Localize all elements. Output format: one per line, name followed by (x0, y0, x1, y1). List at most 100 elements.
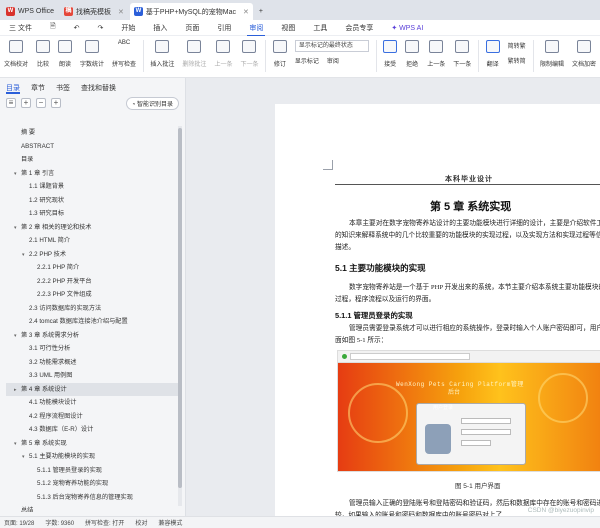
toc-item[interactable]: ▾ 第 2 章 相关的理论和技术 (6, 221, 178, 235)
toc-item-label: 5.1 主要功能模块的实现 (29, 453, 96, 460)
toc-item[interactable]: ▾ 第 3 章 系统需求分析 (6, 329, 178, 343)
menu-page[interactable]: 页面 (176, 23, 208, 33)
toc-item[interactable]: 2.2.2 PHP 开发平台 (6, 275, 178, 289)
tab-template[interactable]: 稿 找稿壳模板 ✕ (60, 3, 128, 20)
accept-button[interactable]: 接受 (379, 40, 401, 68)
toc-item[interactable]: 摘 要 (6, 126, 178, 140)
smart-toc-button[interactable]: ◔ 智能识别目录 (125, 96, 179, 110)
menu-review[interactable]: 审阅 (240, 23, 272, 37)
toc-item[interactable]: 4.1 功能模块设计 (6, 396, 178, 410)
menu-view[interactable]: 视图 (272, 23, 304, 33)
file-menu[interactable]: 三 文件 (0, 23, 41, 33)
compat-mode: 兼容模式 (158, 521, 183, 527)
track-changes-button[interactable]: 修订 (269, 40, 291, 68)
document-page[interactable]: 本科毕业设计 第 5 章 系统实现 本章主要对在数字宠物寄养站设计的主要功能模块… (275, 104, 600, 516)
tab-document[interactable]: W 基于PHP+MySQL的宠物Mac ✕ (129, 3, 253, 20)
close-icon[interactable]: ✕ (118, 8, 124, 16)
tab-wps-office[interactable]: W WPS Office (2, 3, 58, 20)
figure-login-screenshot[interactable]: WenXong Pets Caring Platform管理 后台 用户登录 (337, 350, 600, 472)
toc-item-label: 4.3 数据库（E-R）设计 (29, 426, 94, 433)
to-simplified-button[interactable]: 繁转简 (508, 56, 526, 65)
nav-tab-chapters[interactable]: 章节 (31, 83, 45, 94)
undo-icon[interactable]: ↶ (65, 24, 89, 32)
toc-item[interactable]: ▾ 第 1 章 引言 (6, 167, 178, 181)
toc-item[interactable]: 3.1 可行性分析 (6, 342, 178, 356)
restrict-editing-button[interactable]: 限制编辑 (536, 40, 568, 68)
menu-reference[interactable]: 引用 (208, 23, 240, 33)
markup-state-dropdown[interactable]: 显示标记的最终状态 (294, 40, 369, 52)
caret-icon[interactable]: ▾ (14, 438, 21, 452)
toc-item[interactable]: 2.3 访问数据库的实现方法 (6, 302, 178, 316)
toc-item[interactable]: 1.2 研究现状 (6, 194, 178, 208)
word-count[interactable]: 字数: 9360 (45, 518, 74, 527)
toc-item[interactable]: ▾ 第 5 章 系统实现 (6, 437, 178, 451)
toc-item[interactable]: 总结 (6, 504, 178, 512)
translate-button[interactable]: 翻译 (482, 40, 504, 68)
new-tab-button[interactable]: + (255, 3, 267, 20)
toc-item[interactable]: 5.1.1 管理员登录的实现 (6, 464, 178, 478)
delete-comment-button[interactable]: 删除批注 (178, 40, 210, 68)
reject-button[interactable]: 拒绝 (401, 40, 423, 68)
more-icon[interactable]: + (51, 98, 61, 108)
menu-tools[interactable]: 工具 (304, 23, 336, 33)
remove-icon[interactable]: − (36, 98, 46, 108)
redo-icon[interactable]: ↷ (88, 24, 112, 32)
toc-item[interactable]: 4.3 数据库（E-R）设计 (6, 423, 178, 437)
menu-home[interactable]: 开始 (112, 23, 144, 33)
toc-item[interactable]: ▾ 5.1 主要功能模块的实现 (6, 450, 178, 464)
nav-tab-bookmarks[interactable]: 书签 (56, 83, 70, 94)
toc-item[interactable]: ▸ 第 4 章 系统设计 (6, 382, 178, 398)
read-aloud-button[interactable]: 朗读 (54, 40, 76, 68)
toc-item[interactable]: 1.1 课题背景 (6, 180, 178, 194)
close-icon[interactable]: ✕ (243, 8, 249, 16)
toc-item[interactable]: 目录 (6, 153, 178, 167)
caret-icon[interactable]: ▾ (22, 451, 29, 465)
toc-item[interactable]: 2.2.3 PHP 文件组成 (6, 288, 178, 302)
page-indicator[interactable]: 页面: 19/28 (4, 518, 34, 527)
nav-tab-toc[interactable]: 目录 (6, 83, 20, 94)
toc-scrollbar[interactable] (178, 126, 182, 506)
toc-item[interactable]: ABSTRACT (6, 140, 178, 154)
scrollbar-thumb[interactable] (178, 128, 182, 488)
toc-item[interactable]: ▾ 2.2 PHP 技术 (6, 248, 178, 262)
proof-status[interactable]: 校对 (135, 518, 147, 527)
word-count-button[interactable]: 字数统计 (76, 40, 108, 68)
nav-tab-find-replace[interactable]: 查找和替换 (81, 83, 116, 94)
wps-ai-button[interactable]: ✦ WPS AI (382, 24, 432, 32)
menu-insert[interactable]: 插入 (144, 23, 176, 33)
caret-icon[interactable]: ▾ (14, 222, 21, 236)
menu-member[interactable]: 会员专享 (336, 23, 382, 33)
toc-item[interactable]: 2.1 HTML 简介 (6, 234, 178, 248)
toc-item[interactable]: 2.4 tomcat 数据库连接池介绍与配置 (6, 315, 178, 329)
review-pane-button[interactable]: 审阅 (327, 56, 339, 65)
encrypt-button[interactable]: 文档加密 (568, 40, 600, 68)
toc-item[interactable]: 4.2 程序流程图设计 (6, 410, 178, 424)
insert-comment-button[interactable]: 插入批注 (146, 40, 178, 68)
quick-save-icon[interactable]: 🗎 (41, 22, 65, 33)
caret-icon[interactable]: ▾ (22, 249, 29, 263)
decor-swirl (348, 383, 408, 443)
toc-item[interactable]: 3.3 UML 用例图 (6, 369, 178, 383)
menu-icon[interactable]: ≡ (6, 98, 16, 108)
show-markup-button[interactable]: 显示标记 (295, 56, 319, 65)
wps-ai-label: WPS AI (399, 24, 424, 32)
caret-icon[interactable]: ▸ (14, 384, 21, 398)
add-icon[interactable]: + (21, 98, 31, 108)
toc-item[interactable]: 2.2.1 PHP 简介 (6, 261, 178, 275)
tab-label: 找稿壳模板 (76, 8, 112, 16)
prev-comment-button[interactable]: 上一条 (210, 40, 236, 68)
caret-icon[interactable]: ▾ (14, 330, 21, 344)
caret-icon[interactable]: ▾ (14, 168, 21, 182)
next-change-button[interactable]: 下一条 (449, 40, 475, 68)
toc-item[interactable]: 3.2 功能需求概述 (6, 356, 178, 370)
toc-item[interactable]: 1.3 研究目标 (6, 207, 178, 221)
compare-button[interactable]: 比较 (32, 40, 54, 68)
to-traditional-button[interactable]: 简转繁 (508, 41, 526, 50)
spell-check-button[interactable]: ABC 拼写检查 (108, 40, 140, 68)
next-comment-button[interactable]: 下一条 (236, 40, 262, 68)
prev-change-button[interactable]: 上一条 (423, 40, 449, 68)
proofread-button[interactable]: 文档校对 (0, 40, 32, 68)
toc-item[interactable]: 5.1.3 后台宠物寄养信息的管理实现 (6, 491, 178, 505)
spell-check-status[interactable]: 拼写检查: 打开 (85, 518, 124, 527)
toc-item[interactable]: 5.1.2 宠物寄养功能的实现 (6, 477, 178, 491)
